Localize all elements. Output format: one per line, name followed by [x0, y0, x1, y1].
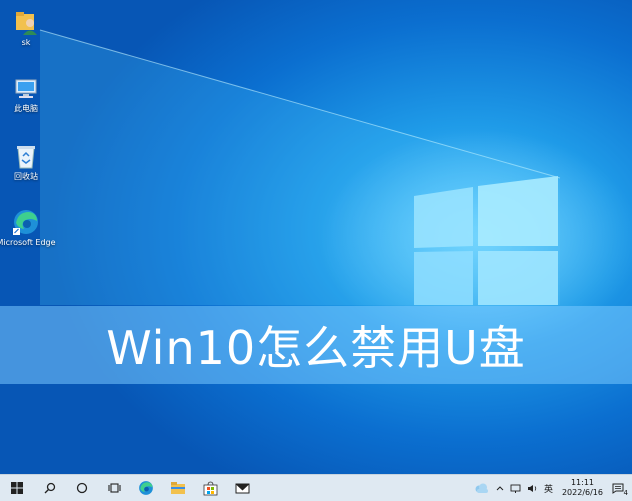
edge-icon: [13, 210, 38, 235]
weather-button[interactable]: [474, 483, 490, 494]
action-center-button[interactable]: 4: [612, 483, 628, 497]
desktop-icon-label: sk: [21, 38, 31, 47]
taskbar-mail-button[interactable]: [226, 475, 258, 501]
desktop-icon-label: 此电脑: [14, 104, 38, 113]
task-view-button[interactable]: [98, 475, 130, 501]
notification-count: 4: [623, 488, 628, 497]
edge-icon: [139, 481, 153, 495]
desktop: sk 此电脑 回收站 Microsoft Edge Win10怎么禁用U盘: [0, 0, 632, 474]
desktop-icon-this-pc[interactable]: 此电脑: [0, 76, 56, 114]
store-icon: [203, 481, 217, 495]
start-icon: [11, 482, 23, 494]
show-hidden-icons-button[interactable]: [496, 485, 504, 491]
desktop-icon-label: 回收站: [14, 172, 38, 181]
clock[interactable]: 11:11 2022/6/16: [562, 478, 603, 498]
taskbar-file-explorer-button[interactable]: [162, 475, 194, 501]
ime-indicator[interactable]: 英: [544, 482, 553, 495]
system-tray: 英 11:11 2022/6/16 4: [471, 475, 632, 501]
chevron-up-icon: [496, 486, 504, 491]
network-button[interactable]: [510, 484, 521, 493]
wallpaper: [39, 29, 632, 350]
clock-time: 11:11: [570, 478, 595, 487]
computer-icon: [15, 79, 37, 98]
taskbar-store-button[interactable]: [194, 475, 226, 501]
volume-icon: [527, 484, 537, 492]
task-view-icon: [107, 483, 121, 493]
volume-button[interactable]: [527, 484, 538, 493]
banner-title: Win10怎么禁用U盘: [106, 321, 526, 375]
user-folder-icon: [16, 12, 37, 35]
file-explorer-icon: [171, 482, 185, 494]
search-icon: [44, 482, 56, 494]
network-icon: [510, 484, 521, 493]
cortana-button[interactable]: [66, 475, 98, 501]
start-button[interactable]: [0, 475, 34, 501]
weather-cloud-icon: [475, 483, 488, 493]
search-button[interactable]: [34, 475, 66, 501]
desktop-icon-label: Microsoft Edge: [0, 238, 56, 247]
recycle-bin-icon: [17, 146, 35, 169]
clock-date: 2022/6/16: [561, 488, 603, 497]
title-banner: Win10怎么禁用U盘: [0, 306, 632, 384]
taskbar-edge-button[interactable]: [130, 475, 162, 501]
cortana-icon: [76, 482, 88, 494]
taskbar: 英 11:11 2022/6/16 4: [0, 474, 632, 501]
mail-icon: [235, 483, 249, 494]
desktop-icon-sk[interactable]: sk: [0, 8, 56, 48]
desktop-icon-recycle-bin[interactable]: 回收站: [0, 142, 56, 182]
desktop-icon-edge[interactable]: Microsoft Edge: [0, 208, 56, 248]
notification-icon: [612, 483, 624, 494]
